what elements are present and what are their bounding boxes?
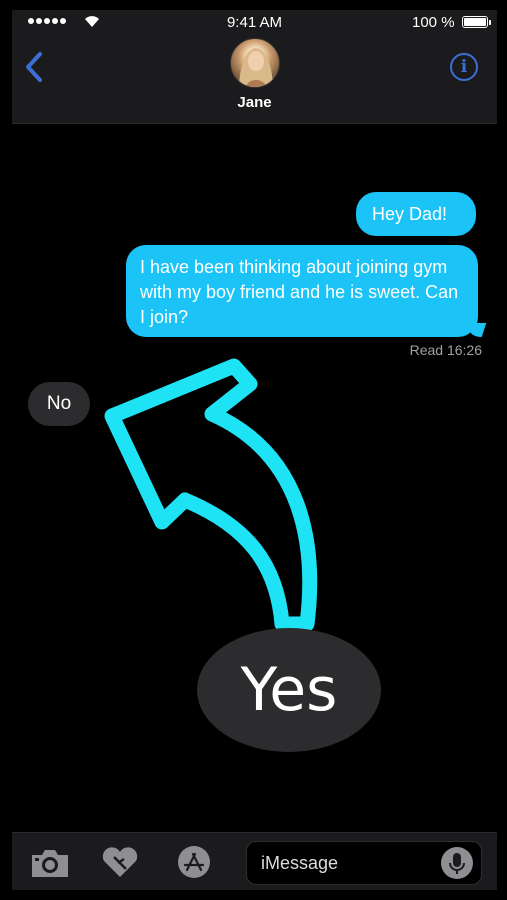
info-icon: i (460, 57, 468, 77)
back-button[interactable] (20, 50, 50, 84)
info-button[interactable]: i (450, 53, 478, 81)
phone-screen: Jane i 9:41 AM 100 % Hey Dad! I have bee… (0, 0, 507, 900)
app-store-icon[interactable] (174, 845, 214, 879)
chevron-left-icon (26, 52, 42, 82)
microphone-button[interactable] (441, 847, 473, 879)
camera-icon[interactable] (30, 847, 70, 879)
yes-label: Yes (197, 628, 381, 752)
imessage-field[interactable] (246, 841, 482, 885)
battery-icon (462, 16, 491, 28)
contact-name[interactable]: Jane (12, 94, 497, 111)
heart-icon[interactable] (100, 847, 140, 879)
battery-percentage: 100 % (412, 14, 455, 31)
arrow-shape (104, 358, 318, 632)
message-input[interactable] (261, 848, 441, 878)
contact-avatar[interactable] (230, 38, 280, 88)
message-thread[interactable]: Hey Dad! I have been thinking about join… (12, 124, 497, 832)
message-input-bar (12, 832, 497, 890)
status-bar: 9:41 AM 100 % (12, 8, 497, 36)
avatar-photo (239, 48, 273, 87)
microphone-icon (449, 853, 465, 874)
